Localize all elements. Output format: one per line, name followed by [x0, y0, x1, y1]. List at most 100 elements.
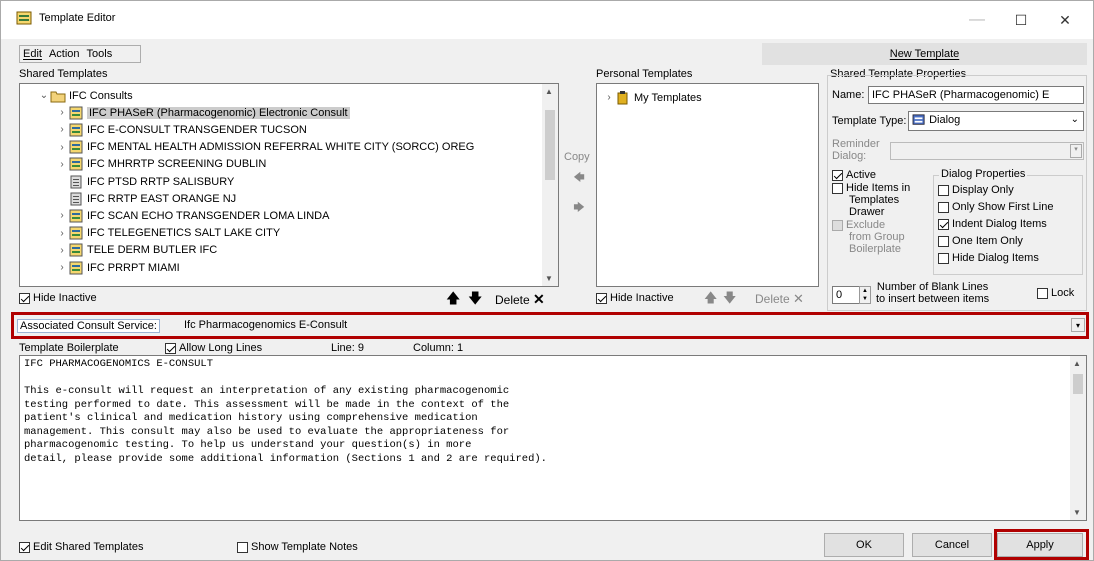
personal-templates-label: Personal Templates	[596, 68, 693, 80]
expander-icon[interactable]: ›	[56, 124, 68, 135]
delete-personal-button[interactable]: Delete ✕	[755, 291, 804, 307]
menu-edit[interactable]: Edit	[23, 48, 42, 60]
expander-icon[interactable]: ⌄	[38, 90, 50, 101]
tree-item[interactable]: › IFC E-CONSULT TRANSGENDER TUCSON	[56, 121, 307, 138]
dialog-template-icon	[69, 140, 83, 154]
tree-item-label: IFC PRRPT MIAMI	[87, 261, 180, 274]
allow-long-lines-checkbox[interactable]: Allow Long Lines	[165, 342, 262, 354]
dialog-template-icon	[69, 157, 83, 171]
chevron-down-icon: ⌄	[1070, 114, 1079, 125]
dialog-template-icon	[69, 123, 83, 137]
expander-icon[interactable]: ›	[56, 228, 68, 239]
tree-item[interactable]: › IFC MENTAL HEALTH ADMISSION REFERRAL WH…	[56, 139, 474, 156]
scroll-thumb[interactable]	[545, 110, 555, 180]
personal-templates-tree[interactable]: › My Templates	[596, 83, 819, 287]
move-down-icon[interactable]: 🡇	[468, 288, 482, 312]
cancel-button[interactable]: Cancel	[912, 533, 992, 557]
line-indicator: Line: 9	[331, 342, 365, 354]
tree-item-my-templates[interactable]: › My Templates	[603, 89, 702, 106]
move-up-icon[interactable]: 🡅	[446, 288, 460, 312]
name-input[interactable]: IFC PHASeR (Pharmacogenomic) E	[868, 86, 1084, 104]
tree-item[interactable]: › IFC PRRPT MIAMI	[56, 259, 180, 276]
title-bar: Template Editor — ☐ ✕	[1, 1, 1093, 39]
template-editor-icon	[16, 11, 32, 25]
expander-icon[interactable]: ›	[56, 245, 68, 256]
tree-item[interactable]: › IFC TELEGENETICS SALT LAKE CITY	[56, 225, 280, 242]
lock-checkbox[interactable]: Lock	[1037, 287, 1074, 299]
show-template-notes-checkbox[interactable]: Show Template Notes	[237, 541, 358, 553]
boilerplate-line: patient's clinical and medication histor…	[24, 412, 478, 424]
tree-item-label: IFC Consults	[69, 89, 133, 102]
associated-consult-dropdown-icon[interactable]: ▾	[1071, 318, 1085, 332]
expander-icon[interactable]: ›	[56, 262, 68, 273]
menu-tools[interactable]: Tools	[87, 48, 113, 60]
tree-item-label: IFC E-CONSULT TRANSGENDER TUCSON	[87, 123, 307, 136]
associated-consult-highlight	[11, 312, 1089, 339]
maximize-button[interactable]: ☐	[1003, 7, 1039, 33]
close-button[interactable]: ✕	[1047, 7, 1083, 33]
hide-inactive-personal[interactable]: Hide Inactive	[596, 292, 674, 304]
boilerplate-line: pharmacogenomic testing. To help us unde…	[24, 439, 472, 451]
copy-left-arrow-icon[interactable]: 🡄	[567, 169, 591, 187]
document-icon	[70, 175, 82, 188]
dialog-prop-checkbox[interactable]: Display Only	[938, 184, 1014, 196]
personal-move-up-icon[interactable]: 🡅	[704, 289, 717, 311]
tree-item[interactable]: IFC PTSD RRTP SALISBURY	[56, 173, 234, 190]
reminder-dialog-label: Reminder Dialog:	[832, 138, 880, 162]
active-checkbox[interactable]: Active	[832, 169, 876, 181]
blank-lines-spinner[interactable]: ▲ ▼	[859, 286, 871, 304]
tree-item-label: IFC PTSD RRTP SALISBURY	[87, 175, 235, 188]
edit-shared-templates-checkbox[interactable]: Edit Shared Templates	[19, 541, 143, 553]
personal-move-down-icon[interactable]: 🡇	[723, 289, 736, 311]
minimize-button[interactable]: —	[959, 7, 995, 33]
template-editor-window: Template Editor — ☐ ✕ Edit Action Tools …	[0, 0, 1094, 561]
document-icon	[70, 192, 82, 206]
dialog-prop-checkbox[interactable]: Indent Dialog Items	[938, 218, 1047, 230]
expander-icon[interactable]: ›	[56, 142, 68, 153]
tree-item[interactable]: › IFC SCAN ECHO TRANSGENDER LOMA LINDA	[56, 207, 329, 224]
reminder-dialog-select[interactable]: ▾	[890, 142, 1084, 160]
boilerplate-scroll-thumb[interactable]	[1073, 374, 1083, 394]
window-title: Template Editor	[39, 12, 116, 24]
boilerplate-text: IFC PHARMACOGENOMICS E-CONSULT This e-con…	[24, 358, 547, 466]
shared-templates-tree[interactable]: ⌄ IFC Consults › IFC PHASeR (Pharmacogenomi…	[19, 83, 559, 287]
apply-highlight	[994, 529, 1089, 560]
tree-item[interactable]: › TELE DERM BUTLER IFC	[56, 242, 217, 259]
dialog-type-icon	[912, 114, 925, 125]
shared-tree-scrollbar[interactable]: ▲ ▼	[542, 84, 558, 286]
menu-bar: Edit Action Tools	[19, 45, 141, 63]
expander-icon[interactable]: ›	[56, 159, 68, 170]
ok-button[interactable]: OK	[824, 533, 904, 557]
new-template-button[interactable]: New Template	[762, 43, 1087, 65]
shared-templates-label: Shared Templates	[19, 68, 108, 80]
hide-items-checkbox[interactable]: Hide Items in Templates Drawer	[832, 182, 910, 218]
tree-item[interactable]: › IFC PHASeR (Pharmacogenomic) Electronic…	[56, 104, 350, 121]
tree-item[interactable]: ⌄ IFC Consults	[38, 87, 133, 104]
dialog-prop-checkbox[interactable]: Hide Dialog Items	[938, 252, 1039, 264]
boilerplate-line: This e-consult will request an interpret…	[24, 385, 510, 397]
blank-lines-input[interactable]: 0	[832, 286, 860, 304]
boilerplate-line	[24, 372, 547, 386]
delete-shared-button[interactable]: Delete ✕	[495, 291, 545, 308]
expander-icon[interactable]: ›	[56, 210, 68, 221]
boilerplate-scrollbar[interactable]: ▲ ▼	[1070, 356, 1086, 520]
dialog-template-icon	[69, 209, 83, 223]
associated-consult-select[interactable]: Ifc Pharmacogenomics E-Consult	[184, 319, 347, 331]
dialog-template-icon	[69, 243, 83, 257]
tree-item-label: TELE DERM BUTLER IFC	[87, 244, 218, 257]
template-type-select[interactable]: Dialog ⌄	[908, 111, 1084, 131]
expander-icon[interactable]: ›	[56, 107, 68, 118]
exclude-boilerplate-checkbox[interactable]: Exclude from Group Boilerplate	[832, 219, 905, 255]
copy-right-arrow-icon[interactable]: 🡆	[567, 199, 591, 217]
template-boilerplate-label: Template Boilerplate	[19, 342, 119, 354]
tree-item[interactable]: › IFC MHRRTP SCREENING DUBLIN	[56, 156, 266, 173]
hide-inactive-shared[interactable]: Hide Inactive	[19, 292, 97, 304]
dialog-prop-checkbox[interactable]: Only Show First Line	[938, 201, 1053, 213]
menu-action[interactable]: Action	[49, 48, 80, 60]
column-indicator: Column: 1	[413, 342, 464, 354]
copy-label: Copy	[564, 151, 590, 163]
boilerplate-textarea[interactable]: IFC PHARMACOGENOMICS E-CONSULT This e-con…	[19, 355, 1087, 521]
dialog-prop-checkbox[interactable]: One Item Only	[938, 235, 1023, 247]
tree-item[interactable]: IFC RRTP EAST ORANGE NJ	[56, 190, 236, 207]
tree-item-label: IFC MENTAL HEALTH ADMISSION REFERRAL WHI…	[87, 141, 475, 154]
